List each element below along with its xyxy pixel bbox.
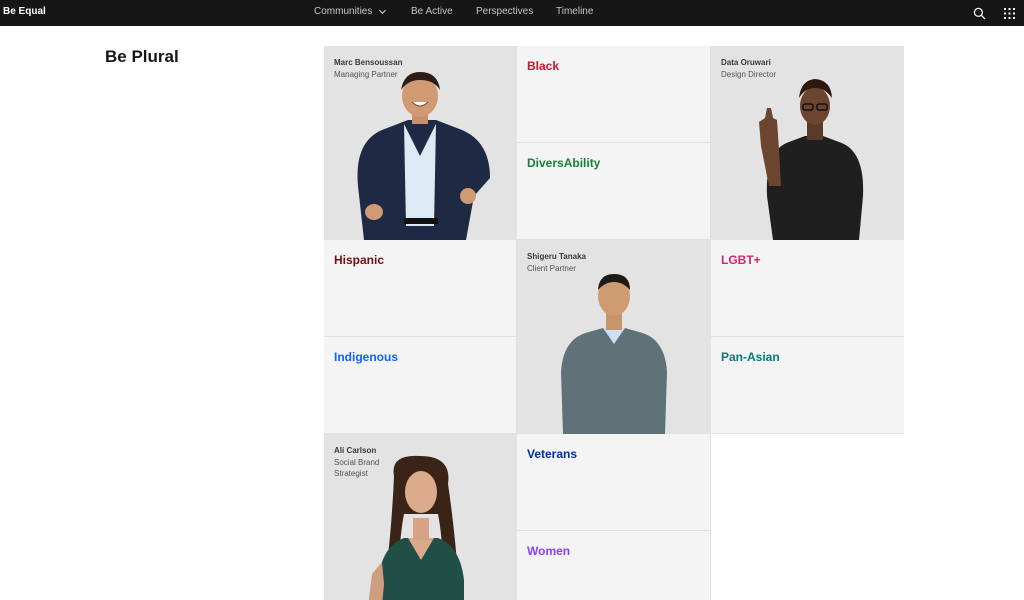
- community-label: Pan-Asian: [721, 350, 780, 364]
- nav-timeline-link[interactable]: Timeline: [556, 6, 593, 17]
- person-name: Shigeru Tanaka: [527, 252, 586, 261]
- page-title: Be Plural: [105, 47, 179, 66]
- nav-communities-dropdown[interactable]: Communities: [314, 6, 411, 17]
- main-nav-links: Communities Be Active Perspectives Timel…: [314, 6, 593, 17]
- person-card-marc-bensoussan[interactable]: Marc Bensoussan Managing Partner: [324, 46, 517, 240]
- person-card-data-oruwari[interactable]: Data Oruwari Design Director: [711, 46, 904, 240]
- person-card-shigeru-tanaka[interactable]: Shigeru Tanaka Client Partner: [517, 240, 711, 434]
- community-label: Indigenous: [334, 350, 398, 364]
- community-tile-hispanic[interactable]: Hispanic: [324, 240, 517, 337]
- community-tile-pan-asian[interactable]: Pan-Asian: [711, 337, 904, 434]
- person-name: Marc Bensoussan: [334, 58, 403, 67]
- community-label: Black: [527, 59, 560, 73]
- community-grid: Marc Bensoussan Managing Partner Black D…: [324, 46, 904, 600]
- person-name: Ali Carlson: [334, 446, 377, 455]
- brand-logo-link[interactable]: Be Equal: [3, 6, 46, 17]
- person-role: Social Brand Strategist: [334, 458, 380, 478]
- nav-communities-label: Communities: [314, 6, 373, 17]
- community-label: Women: [527, 544, 571, 558]
- person-card-ali-carlson[interactable]: Ali Carlson Social Brand Strategist: [324, 434, 517, 600]
- community-tile-indigenous[interactable]: Indigenous: [324, 337, 517, 434]
- community-label: Veterans: [527, 447, 578, 461]
- community-label: LGBT+: [721, 253, 761, 267]
- person-role: Design Director: [721, 70, 777, 79]
- search-icon: [973, 7, 986, 20]
- top-navigation: Be Equal Communities Be Active Perspecti…: [0, 0, 1024, 26]
- search-button[interactable]: [964, 0, 994, 26]
- person-name: Data Oruwari: [721, 58, 771, 67]
- chevron-down-icon: [379, 9, 387, 15]
- app-switcher-icon: [1003, 7, 1015, 19]
- community-label: DiversAbility: [527, 156, 601, 170]
- community-tile-black[interactable]: Black: [517, 46, 711, 143]
- community-label: Hispanic: [334, 253, 385, 267]
- community-tile-diversability[interactable]: DiversAbility: [517, 143, 711, 240]
- community-tile-lgbt[interactable]: LGBT+: [711, 240, 904, 337]
- person-role: Managing Partner: [334, 70, 398, 79]
- app-switcher-button[interactable]: [994, 0, 1024, 26]
- person-role: Client Partner: [527, 264, 576, 273]
- community-tile-women[interactable]: Women: [517, 531, 711, 600]
- nav-be-active-link[interactable]: Be Active: [411, 6, 476, 17]
- nav-perspectives-link[interactable]: Perspectives: [476, 6, 556, 17]
- community-tile-veterans[interactable]: Veterans: [517, 434, 711, 531]
